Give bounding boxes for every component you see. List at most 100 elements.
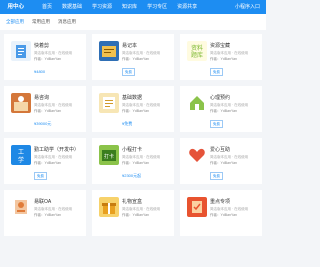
app-price: ¥免费 (122, 121, 133, 126)
app-description: 简洁版本应用 · 在线使用 (122, 207, 161, 211)
svg-text:学: 学 (18, 156, 24, 164)
app-thumbnail (11, 197, 31, 217)
app-tag: 免费 (210, 120, 223, 128)
app-author: 作者：YdBanYan (34, 57, 61, 61)
nav-item-study[interactable]: 学习专区 (147, 0, 167, 14)
nav-item-home[interactable]: 首页 (42, 0, 52, 14)
app-author: 作者：YdBanYan (34, 161, 61, 165)
app-thumbnail (11, 41, 31, 61)
app-author: 作者：YdBanYan (34, 213, 61, 217)
svg-text:资料: 资料 (191, 44, 203, 52)
app-author: 作者：YdBanYan (122, 161, 149, 165)
app-description: 简洁版本应用 · 在线使用 (122, 103, 161, 107)
nav-item-share[interactable]: 资源共享 (177, 0, 197, 14)
app-thumbnail (99, 93, 119, 113)
app-title: 勤工助学（开发中） (34, 147, 80, 153)
app-card[interactable]: 易联OA 简洁版本应用 · 在线使用 作者：YdBanYan (4, 190, 86, 236)
svg-text:打卡: 打卡 (104, 153, 114, 160)
nav-item-resources[interactable]: 学习资源 (92, 0, 112, 14)
app-thumbnail (187, 145, 207, 165)
app-thumbnail (11, 93, 31, 113)
app-description: 简洁版本应用 · 在线使用 (122, 155, 161, 159)
app-title: 资源宝藏 (210, 43, 231, 49)
app-tag: 免费 (210, 68, 223, 76)
data-icon (99, 93, 119, 113)
app-description: 简洁版本应用 · 在线使用 (34, 155, 73, 159)
app-author: 作者：YdBanYan (122, 213, 149, 217)
app-title: 快着剪 (34, 43, 50, 49)
app-description: 简洁版本应用 · 在线使用 (34, 103, 73, 107)
nav-item-knowledge[interactable]: 知识库 (122, 0, 137, 14)
gift-box-icon (99, 197, 119, 217)
app-price: ¥4800 (34, 69, 46, 74)
app-card[interactable]: 重点专项 简洁版本应用 · 在线使用 作者：YdBanYan (180, 190, 262, 236)
app-author: 作者：YdBanYan (210, 161, 237, 165)
app-card[interactable]: 快着剪 简洁版本应用 · 在线使用 作者：YdBanYan ¥4800 (4, 34, 86, 80)
app-author: 作者：YdBanYan (210, 213, 237, 217)
app-author: 作者：YdBanYan (122, 57, 149, 61)
app-title: 基础数据 (122, 95, 143, 101)
project-icon (187, 197, 207, 217)
app-thumbnail (187, 93, 207, 113)
app-card[interactable]: 爱心互助 简洁版本应用 · 在线使用 作者：YdBanYan 免费 (180, 138, 262, 184)
app-thumbnail (187, 197, 207, 217)
filter-all[interactable]: 全部应用 (6, 19, 24, 25)
app-title: 易咨询 (34, 95, 50, 101)
app-description: 简洁版本应用 · 在线使用 (210, 155, 249, 159)
app-price: ¥2300元起 (122, 173, 142, 178)
app-thumbnail: 工学 (11, 145, 31, 165)
app-thumbnail: 打卡 (99, 145, 119, 165)
top-navigation-bar: 用中心 首页 数据基础 学习资源 知识库 学习专区 资源共享 小程序入口 (0, 0, 266, 14)
app-author: 作者：YdBanYan (122, 109, 149, 113)
app-title: 重点专项 (210, 199, 231, 205)
app-card[interactable]: 易记本 简洁版本应用 · 在线使用 作者：YdBanYan 免费 (92, 34, 174, 80)
app-author: 作者：YdBanYan (34, 109, 61, 113)
filter-common[interactable]: 常用应用 (32, 19, 50, 25)
app-tag: 免费 (210, 172, 223, 180)
app-card[interactable]: 心理预约 简洁版本应用 · 在线使用 作者：YdBanYan 免费 (180, 86, 262, 132)
app-card[interactable]: 易咨询 简洁版本应用 · 在线使用 作者：YdBanYan ¥39000元 (4, 86, 86, 132)
app-card[interactable]: 基础数据 简洁版本应用 · 在线使用 作者：YdBanYan ¥免费 (92, 86, 174, 132)
app-title: 礼物宣盒 (122, 199, 143, 205)
app-price: ¥39000元 (34, 121, 52, 126)
app-author: 作者：YdBanYan (210, 57, 237, 61)
app-title: 易联OA (34, 199, 52, 205)
resource-library-icon: 资料题库 (187, 41, 207, 61)
app-description: 简洁版本应用 · 在线使用 (34, 51, 73, 55)
app-thumbnail (99, 41, 119, 61)
app-card[interactable]: 资料 题库 资源宝藏 简洁版本应用 · 在线使用 作者：YdBanYan 免费 (180, 34, 262, 80)
app-title: 小程打卡 (122, 147, 143, 153)
app-description: 简洁版本应用 · 在线使用 (34, 207, 73, 211)
svg-text:工: 工 (18, 149, 24, 156)
app-tag: 免费 (122, 68, 135, 76)
app-description: 简洁版本应用 · 在线使用 (210, 103, 249, 107)
app-thumbnail (99, 197, 119, 217)
nav-item-data[interactable]: 数据基础 (62, 0, 82, 14)
app-author: 作者：YdBanYan (210, 109, 237, 113)
app-description: 简洁版本应用 · 在线使用 (210, 207, 249, 211)
heart-icon (187, 145, 207, 165)
svg-text:题库: 题库 (191, 51, 203, 59)
app-card[interactable]: 工学 勤工助学（开发中） 简洁版本应用 · 在线使用 作者：YdBanYan 免… (4, 138, 86, 184)
work-study-icon: 工学 (11, 145, 31, 165)
oa-icon (11, 197, 31, 217)
notebook-icon (99, 41, 119, 61)
app-card[interactable]: 礼物宣盒 简洁版本应用 · 在线使用 作者：YdBanYan (92, 190, 174, 236)
app-thumbnail: 资料 题库 (187, 41, 207, 61)
check-in-icon: 打卡 (99, 145, 119, 165)
consult-icon (11, 93, 31, 113)
app-card[interactable]: 打卡 小程打卡 简洁版本应用 · 在线使用 作者：YdBanYan ¥2300元… (92, 138, 174, 184)
brand-title: 用中心 (7, 4, 24, 10)
app-description: 简洁版本应用 · 在线使用 (210, 51, 249, 55)
main-nav: 首页 数据基础 学习资源 知识库 学习专区 资源共享 (42, 0, 207, 14)
filter-message[interactable]: 消息应用 (58, 19, 76, 25)
app-tag: 免费 (34, 172, 47, 180)
app-title: 爱心互助 (210, 147, 231, 153)
app-title: 心理预约 (210, 95, 231, 101)
house-icon (187, 93, 207, 113)
clipboard-icon (11, 41, 31, 61)
app-title: 易记本 (122, 43, 138, 49)
miniprogram-link[interactable]: 小程序入口 (235, 0, 260, 14)
app-description: 简洁版本应用 · 在线使用 (122, 51, 161, 55)
filter-bar: 全部应用 常用应用 消息应用 (0, 14, 266, 30)
